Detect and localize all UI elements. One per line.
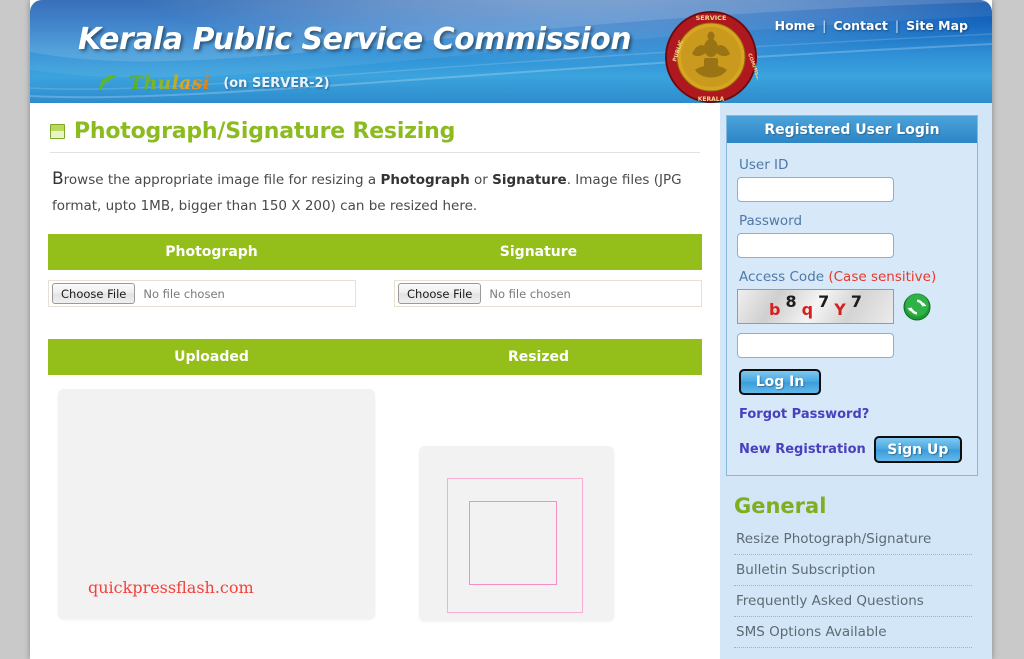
photograph-file-status: No file chosen xyxy=(143,286,225,301)
page-root: Kerala Public Service Commission Thulasi… xyxy=(0,0,1024,659)
login-panel-body: User ID Password Access Code (Case sensi… xyxy=(727,143,977,475)
userid-input[interactable] xyxy=(737,177,894,202)
page-title: Photograph/Signature Resizing xyxy=(74,119,456,144)
photograph-upload-cell: Choose File No file chosen xyxy=(48,280,356,308)
preview-row: quickpressflash.com xyxy=(48,375,702,622)
nav-link-contact[interactable]: Contact xyxy=(833,18,887,33)
uploaded-image-preview: quickpressflash.com xyxy=(58,389,375,620)
intro-paragraph: Browse the appropriate image file for re… xyxy=(52,165,698,218)
server-note: (on SERVER-2) xyxy=(223,75,330,91)
column-header-resized: Resized xyxy=(507,349,570,366)
forgot-password-link[interactable]: Forgot Password? xyxy=(739,407,967,422)
photograph-choose-file-button[interactable]: Choose File xyxy=(52,283,136,305)
general-link-2[interactable]: Bulletin Subscription xyxy=(734,555,972,586)
right-sidebar: Registered User Login User ID Password A… xyxy=(720,103,992,659)
upload-table-header: Photograph Signature xyxy=(48,234,702,271)
captcha-char-3: q xyxy=(801,300,814,319)
signup-row: New Registration Sign Up xyxy=(739,436,967,463)
password-input[interactable] xyxy=(737,233,894,258)
top-navigation[interactable]: Home | Contact | Site Map xyxy=(775,18,968,33)
refresh-icon[interactable] xyxy=(903,293,931,321)
password-label: Password xyxy=(739,213,803,229)
login-panel-title: Registered User Login xyxy=(727,116,977,143)
captcha-char-6: 7 xyxy=(850,292,862,311)
column-header-photograph: Photograph xyxy=(165,244,258,261)
main-content: Photograph/Signature Resizing Browse the… xyxy=(30,103,720,659)
body-wrapper: Photograph/Signature Resizing Browse the… xyxy=(30,103,992,659)
access-code-case-warning: (Case sensitive) xyxy=(828,269,937,285)
column-header-uploaded: Uploaded xyxy=(174,349,249,366)
registered-user-login-panel: Registered User Login User ID Password A… xyxy=(726,115,978,476)
captcha-char-1: b xyxy=(769,300,781,319)
site-header: Kerala Public Service Commission Thulasi… xyxy=(30,0,992,103)
nav-link-site-map[interactable]: Site Map xyxy=(906,18,968,33)
title-divider xyxy=(50,152,700,153)
green-square-icon xyxy=(50,124,65,139)
general-link-3[interactable]: Frequently Asked Questions xyxy=(734,586,972,617)
photograph-file-input[interactable]: Choose File No file chosen xyxy=(48,280,356,308)
nav-separator-2: | xyxy=(894,18,900,33)
crop-inner-rectangle xyxy=(469,501,557,586)
site-frame: Kerala Public Service Commission Thulasi… xyxy=(30,0,992,659)
captcha-char-2: 8 xyxy=(785,292,797,311)
access-code-label-text: Access Code xyxy=(739,269,829,285)
watermark-text: quickpressflash.com xyxy=(88,578,254,598)
file-upload-row: Choose File No file chosen Choose File N… xyxy=(48,270,702,321)
nav-link-home[interactable]: Home xyxy=(775,18,816,33)
signature-upload-cell: Choose File No file chosen xyxy=(394,280,702,308)
intro-dropcap: B xyxy=(52,169,64,189)
general-section-title: General xyxy=(734,494,827,518)
resized-preview-cell xyxy=(413,389,702,622)
preview-table-header: Uploaded Resized xyxy=(48,339,702,376)
kpsc-emblem-icon: SERVICE KERALA PUBLIC COMMISSION xyxy=(665,11,758,103)
login-button[interactable]: Log In xyxy=(739,369,821,395)
intro-bold-signature: Signature xyxy=(492,172,567,188)
captcha-image: b8q7Y7 xyxy=(737,289,894,324)
intro-bold-photograph: Photograph xyxy=(380,172,470,188)
general-links-list: Resize Photograph/Signature Bulletin Subs… xyxy=(734,524,972,648)
leaf-icon xyxy=(99,74,118,92)
intro-text-1: rowse the appropriate image file for res… xyxy=(63,172,381,188)
general-link-1[interactable]: Resize Photograph/Signature xyxy=(734,524,972,555)
access-code-label: Access Code (Case sensitive) xyxy=(739,269,967,285)
nav-separator-1: | xyxy=(822,18,827,33)
signup-button[interactable]: Sign Up xyxy=(873,436,962,463)
column-header-signature: Signature xyxy=(499,244,578,261)
thulasi-brand: Thulasi (on SERVER-2) xyxy=(98,72,330,94)
intro-text-2: or xyxy=(469,172,493,188)
signature-file-input[interactable]: Choose File No file chosen xyxy=(394,280,702,308)
signature-choose-file-button[interactable]: Choose File xyxy=(398,283,482,305)
access-code-input[interactable] xyxy=(737,333,894,358)
site-title: Kerala Public Service Commission xyxy=(78,22,632,57)
thulasi-wordmark: Thulasi xyxy=(129,72,211,94)
captcha-row: b8q7Y7 xyxy=(737,289,967,324)
svg-text:SERVICE: SERVICE xyxy=(696,14,727,22)
signature-file-status: No file chosen xyxy=(489,286,571,301)
userid-label: User ID xyxy=(739,157,789,173)
general-link-4[interactable]: SMS Options Available xyxy=(734,617,972,648)
captcha-char-4: 7 xyxy=(818,292,830,311)
captcha-char-5: Y xyxy=(834,300,846,319)
resized-image-preview xyxy=(419,446,614,622)
page-title-row: Photograph/Signature Resizing xyxy=(48,115,702,152)
uploaded-preview-cell: quickpressflash.com xyxy=(48,389,375,621)
new-registration-label: New Registration xyxy=(739,442,866,457)
